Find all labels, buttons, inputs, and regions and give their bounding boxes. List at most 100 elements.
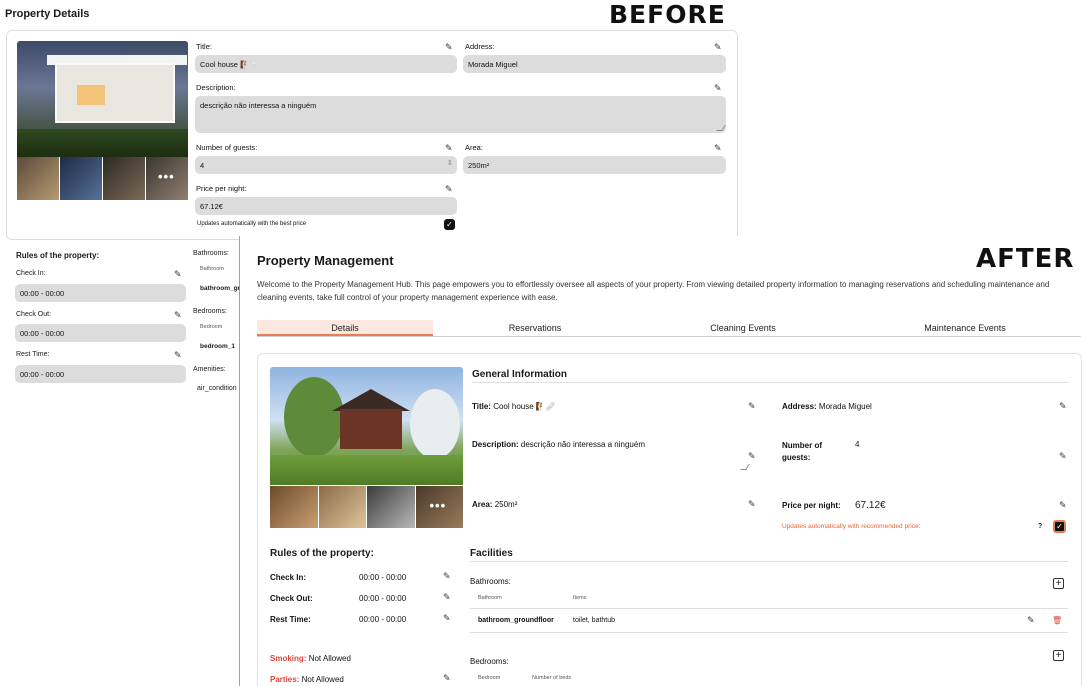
before-auto-update-checkbox[interactable]: ✓ <box>444 219 455 230</box>
after-check-out-label: Check Out: <box>270 594 313 603</box>
edit-icon[interactable]: ✎ <box>445 43 453 52</box>
before-area-field[interactable]: 250m² <box>463 156 726 174</box>
edit-icon[interactable]: ✎ <box>445 185 453 194</box>
before-area-label: Area: <box>465 143 483 152</box>
after-title-row: Title: Cool house 🧗🩹 <box>472 402 556 411</box>
edit-icon[interactable]: ✎ <box>1059 501 1067 510</box>
after-area-value: 250m² <box>494 500 518 509</box>
after-thumbnail-strip[interactable]: ••• <box>270 486 463 528</box>
before-amenity-name: air_condition <box>197 385 237 392</box>
before-guests-field[interactable]: 4 <box>195 156 457 174</box>
edit-icon[interactable]: ✎ <box>714 144 722 153</box>
tab-cleaning-events[interactable]: Cleaning Events <box>637 320 849 336</box>
after-title-label: Title: <box>472 402 491 411</box>
tab-reservations[interactable]: Reservations <box>433 320 637 336</box>
trash-icon[interactable]: 🗑 <box>1052 616 1062 625</box>
before-address-field[interactable]: Morada Miguel <box>463 55 726 73</box>
edit-icon[interactable]: ✎ <box>443 593 451 602</box>
divider <box>470 561 1068 562</box>
after-check-out-value: 00:00 - 00:00 <box>359 594 407 603</box>
after-price-value: 67.12€ <box>855 500 886 511</box>
after-title-value: Cool house 🧗🩹 <box>493 402 556 411</box>
after-guests-value: 4 <box>855 440 860 449</box>
before-description-label: Description: <box>196 83 236 92</box>
beds-column-header: Number of beds <box>532 675 572 681</box>
before-thumbnail-more[interactable]: ••• <box>146 157 188 200</box>
after-banner: AFTER <box>976 244 1075 274</box>
after-page-description: Welcome to the Property Management Hub. … <box>257 280 1050 302</box>
after-thumbnail[interactable] <box>367 486 415 528</box>
before-price-field[interactable]: 67.12€ <box>195 197 457 215</box>
before-title-label: Title: <box>196 42 212 51</box>
more-photos-icon[interactable]: ••• <box>158 169 175 184</box>
before-check-out-label: Check Out: <box>16 311 52 318</box>
tab-details[interactable]: Details <box>257 320 433 336</box>
edit-icon[interactable]: ✎ <box>714 84 722 93</box>
bathroom-items-cell: toilet, bathtub <box>573 617 616 624</box>
before-thumbnail[interactable] <box>60 157 102 200</box>
before-rest-time-label: Rest Time: <box>16 351 50 358</box>
edit-icon[interactable]: ✎ <box>1027 616 1035 625</box>
bathroom-column-header: Bathroom <box>478 595 502 601</box>
before-banner: BEFORE <box>609 0 726 29</box>
bathroom-name-cell: bathroom_groundfloor <box>478 617 554 624</box>
after-check-in-value: 00:00 - 00:00 <box>359 573 407 582</box>
before-main-photo[interactable] <box>17 41 188 157</box>
edit-icon[interactable]: ✎ <box>174 270 182 279</box>
before-page-title: Property Details <box>5 8 90 20</box>
before-check-in-field[interactable]: 00:00 - 00:00 <box>15 284 186 302</box>
after-rest-time-label: Rest Time: <box>270 615 311 624</box>
before-guests-label: Number of guests: <box>196 143 258 152</box>
help-icon[interactable]: ? <box>1038 523 1042 530</box>
add-bedroom-button[interactable]: + <box>1053 650 1064 661</box>
add-bathroom-button[interactable]: + <box>1053 578 1064 589</box>
bedroom-column-header: Bedroom <box>478 675 501 681</box>
edit-icon[interactable]: ✎ <box>174 351 182 360</box>
after-rest-time-value: 00:00 - 00:00 <box>359 615 407 624</box>
tab-maintenance-events[interactable]: Maintenance Events <box>849 320 1081 336</box>
after-auto-update-checkbox[interactable]: ✓ <box>1053 520 1066 533</box>
edit-icon[interactable]: ✎ <box>443 614 451 623</box>
before-thumbnail-strip[interactable]: ••• <box>17 157 188 200</box>
after-thumbnail-more[interactable]: ••• <box>415 486 463 528</box>
edit-icon[interactable]: ✎ <box>174 311 182 320</box>
edit-icon[interactable]: ✎ <box>748 500 756 509</box>
after-thumbnail[interactable] <box>270 486 318 528</box>
after-thumbnail[interactable] <box>318 486 366 528</box>
after-main-photo[interactable] <box>270 367 463 485</box>
before-thumbnail[interactable] <box>103 157 145 200</box>
items-column-header: Items <box>573 595 587 601</box>
before-amenities-label: Amenities: <box>193 366 226 373</box>
edit-icon[interactable]: ✎ <box>1059 402 1067 411</box>
before-check-out-field[interactable]: 00:00 - 00:00 <box>15 324 186 342</box>
before-title-field[interactable]: Cool house 🧗🩹 <box>195 55 457 73</box>
edit-icon[interactable]: ✎ <box>748 452 756 461</box>
after-address-row: Address: Morada Miguel <box>782 402 872 411</box>
more-photos-icon[interactable]: ••• <box>430 498 447 513</box>
after-guests-label: Number of guests: <box>782 441 822 462</box>
before-bedrooms-label: Bedrooms: <box>193 308 227 315</box>
edit-icon[interactable]: ✎ <box>443 674 451 683</box>
stepper-icon[interactable]: ⇕ <box>447 160 453 167</box>
after-bedrooms-label: Bedrooms: <box>470 657 509 666</box>
after-check-in-label: Check In: <box>270 573 307 582</box>
edit-icon[interactable]: ✎ <box>443 572 451 581</box>
before-bedroom-column: Bedroom <box>200 324 223 330</box>
after-auto-update-label: Updates automatically with recommended p… <box>782 523 921 530</box>
edit-icon[interactable]: ✎ <box>445 144 453 153</box>
edit-icon[interactable]: ✎ <box>1059 452 1067 461</box>
after-parties-row: Parties: Not Allowed <box>270 675 344 684</box>
before-description-field[interactable]: descrição não interessa a ninguém <box>195 96 726 133</box>
before-address-label: Address: <box>465 42 495 51</box>
edit-icon[interactable]: ✎ <box>748 402 756 411</box>
tab-bar: Details Reservations Cleaning Events Mai… <box>257 320 1081 337</box>
after-description-row: Description: descrição não interessa a n… <box>472 440 645 449</box>
before-bathrooms-label: Bathrooms: <box>193 250 229 257</box>
before-thumbnail[interactable] <box>17 157 59 200</box>
after-area-label: Area: <box>472 500 493 509</box>
edit-icon[interactable]: ✎ <box>714 43 722 52</box>
divider <box>470 632 1068 633</box>
after-address-label: Address: <box>782 402 817 411</box>
before-rest-time-field[interactable]: 00:00 - 00:00 <box>15 365 186 383</box>
before-bathroom-column: Bathroom <box>200 266 224 272</box>
